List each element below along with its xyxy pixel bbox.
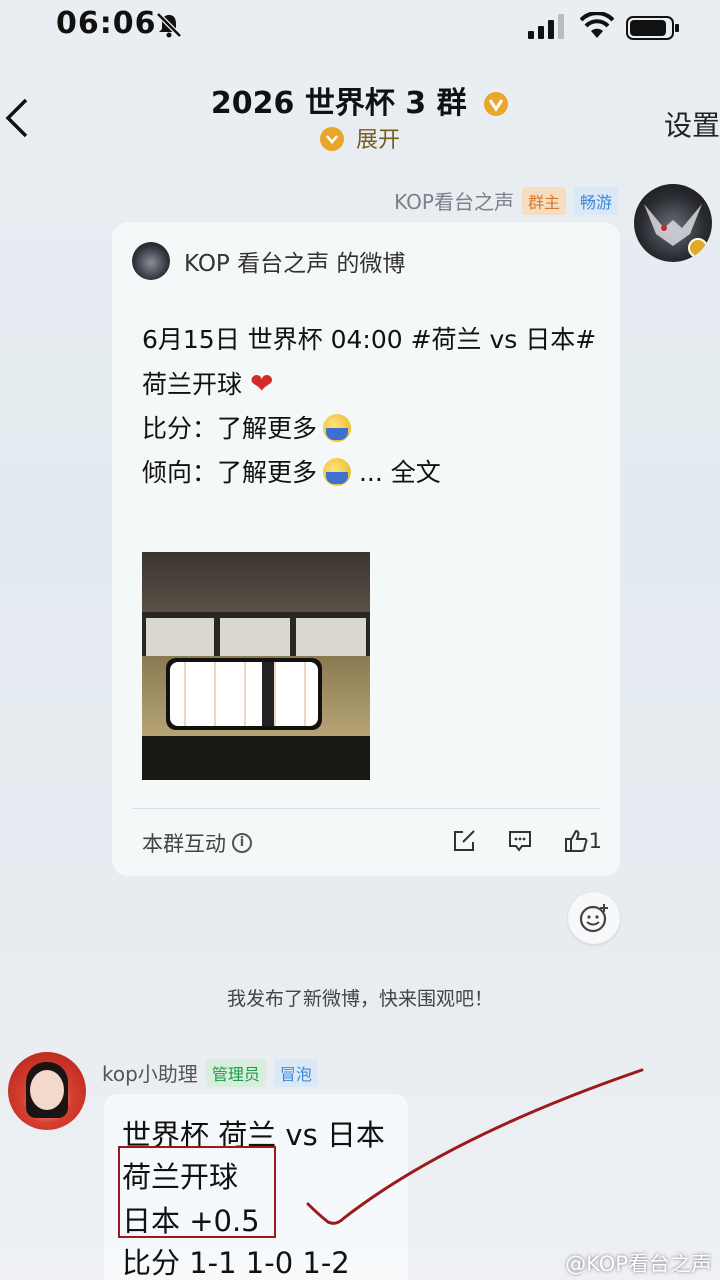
status-bar: 06:06 — [0, 0, 720, 52]
card-source: KOP 看台之声 的微博 — [184, 251, 406, 277]
message-sender-row: kop小助理 管理员 冒泡 — [102, 1058, 318, 1087]
group-title: 2026 世界杯 3 群 — [0, 78, 720, 122]
post-line: 6月15日 世界杯 04:00 #荷兰 vs 日本# — [142, 325, 597, 354]
verified-badge-icon — [484, 92, 509, 116]
heart-icon: ❤ — [249, 367, 274, 400]
message-line: 比分 1-1 1-0 1-2 — [122, 1246, 350, 1280]
share-icon[interactable] — [451, 828, 477, 854]
info-icon[interactable]: i — [232, 833, 252, 853]
expand-label: 展开 — [355, 128, 400, 153]
level-tag: 畅游 — [573, 186, 618, 215]
battery-icon — [626, 16, 679, 40]
weibo-share-card[interactable]: KOP 看台之声 的微博 6月15日 世界杯 04:00 #荷兰 vs 日本# … — [112, 222, 620, 876]
group-interaction-label: 本群互动 — [142, 832, 226, 856]
card-header: KOP 看台之声 的微博 — [132, 242, 405, 280]
smiley-icon — [579, 904, 608, 933]
avatar[interactable] — [8, 1052, 86, 1130]
post-line: 荷兰开球 ❤ — [142, 362, 602, 407]
navigation-bar: 2026 世界杯 3 群 展开 设置 — [0, 60, 720, 160]
photo-region — [142, 552, 370, 612]
post-image[interactable] — [142, 552, 370, 780]
photo-region — [296, 618, 366, 656]
card-footer: 本群互动 i — [142, 828, 252, 858]
sender-name: kop小助理 — [102, 1062, 198, 1086]
admin-tag: 管理员 — [205, 1058, 266, 1087]
like-button[interactable]: 1 — [563, 828, 602, 854]
verified-badge-icon — [688, 238, 708, 258]
divider — [132, 808, 600, 809]
photo-region — [220, 618, 290, 656]
like-count: 1 — [588, 829, 602, 853]
sender-name: KOP看台之声 — [394, 190, 514, 214]
photo-region — [166, 658, 322, 730]
message-sender-row: KOP看台之声 群主 畅游 — [394, 186, 618, 215]
post-line: 比分：了解更多 — [142, 407, 602, 451]
wifi-icon — [580, 12, 614, 38]
settings-button[interactable]: 设置 — [664, 104, 720, 144]
emoji-icon — [323, 414, 352, 442]
read-full-link[interactable]: ... 全文 — [351, 458, 441, 487]
post-line-text: 比分：了解更多 — [142, 414, 318, 443]
post-line: 倾向：了解更多 ... 全文 — [142, 451, 602, 495]
expand-button[interactable]: 展开 — [0, 122, 720, 154]
group-title-text: 2026 世界杯 3 群 — [210, 86, 467, 121]
avatar[interactable] — [634, 184, 712, 262]
add-reaction-button[interactable] — [568, 892, 620, 944]
watermark: @KOP看台之声 — [565, 1252, 712, 1276]
photo-region — [170, 662, 318, 726]
photo-region — [142, 736, 370, 780]
post-line-text: 荷兰开球 — [142, 370, 243, 399]
post-text: 6月15日 世界杯 04:00 #荷兰 vs 日本# 荷兰开球 ❤ 比分：了解更… — [142, 318, 602, 495]
photo-region — [262, 662, 274, 726]
source-avatar — [132, 242, 170, 280]
thumbs-up-icon — [564, 829, 588, 852]
checkmark-annotation — [306, 1068, 644, 1225]
emoji-icon — [323, 458, 352, 486]
card-actions: 1 — [451, 828, 602, 854]
bell-muted-icon — [156, 12, 182, 38]
chevron-down-icon — [319, 127, 344, 151]
clock: 06:06 — [56, 6, 157, 41]
avatar-face — [30, 1070, 64, 1110]
comment-icon[interactable] — [507, 828, 533, 854]
system-message: 我发布了新微博，快来围观吧！ — [226, 988, 493, 1010]
owner-tag: 群主 — [521, 186, 566, 215]
cellular-signal-icon — [528, 14, 564, 39]
highlight-box — [118, 1146, 276, 1238]
post-line-text: 倾向：了解更多 — [142, 458, 318, 487]
photo-region — [146, 618, 214, 656]
